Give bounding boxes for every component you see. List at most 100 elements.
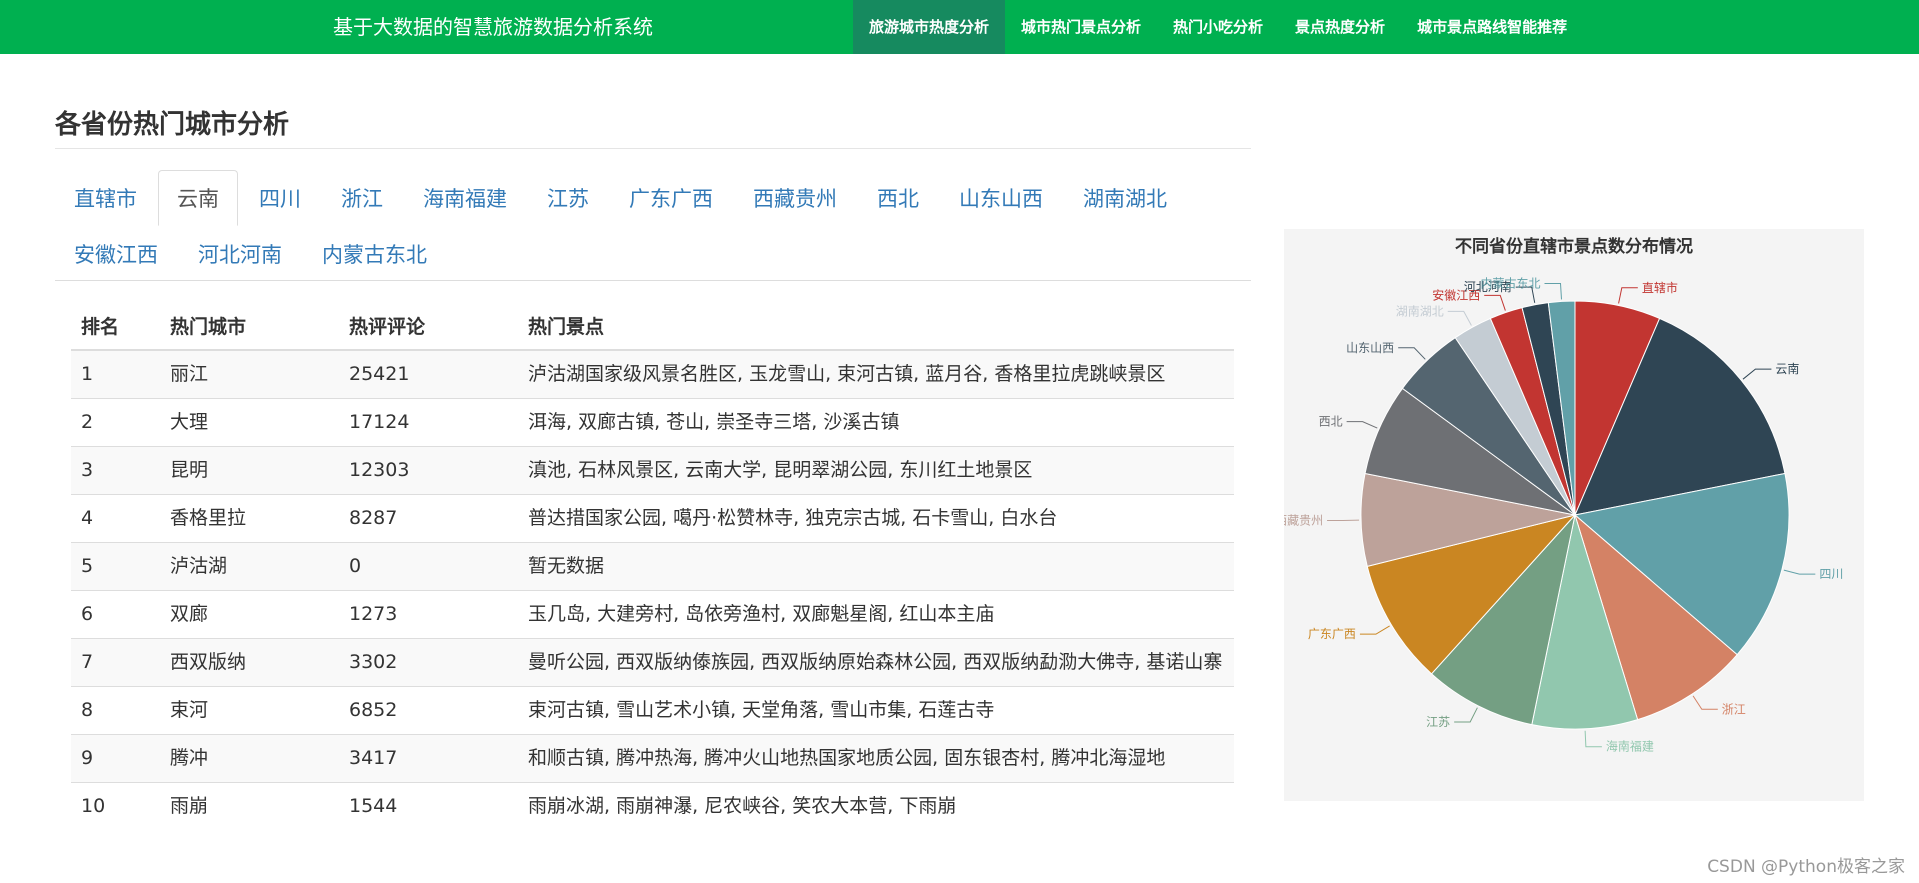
table-row: 9 腾冲 3417 和顺古镇, 腾冲热海, 腾冲火山地热国家地质公园, 固东银杏村, … [71,734,1234,783]
nav-item-2[interactable]: 热门小吃分析 [1157,0,1279,54]
pie-label-line [1454,707,1478,723]
tab-0[interactable]: 直辖市 [55,170,156,226]
pie-label: 西藏贵州 [1284,513,1323,527]
city-cell: 束河 [160,686,339,735]
pie-chart: 不同省份直辖市景点数分布情况直辖市云南四川浙江海南福建 江苏 广东广西 西藏贵州 西北 山… [1284,236,1843,754]
city-cell: 双廊 [160,590,339,639]
pie-label: 四川 [1819,567,1843,581]
attractions-cell: 普达措国家公园, 噶丹·松赞林寺, 独克宗古城, 石卡雪山, 白水台 [518,494,1234,543]
city-cell: 昆明 [160,446,339,495]
tab-5[interactable]: 江苏 [528,170,608,226]
pie-label: 云南 [1775,361,1799,376]
comments-cell: 25421 [339,349,518,399]
attractions-cell: 暂无数据 [518,542,1234,591]
app-title: 基于大数据的智慧旅游数据分析系统 [333,15,653,39]
rank-cell: 9 [71,734,160,783]
pie-label: 浙江 [1722,702,1746,716]
table-row: 8 束河 6852 束河古镇, 雪山艺术小镇, 天堂角落, 雪山市集, 石莲古寺 [71,686,1234,735]
nav-item-1[interactable]: 城市热门景点分析 [1005,0,1157,54]
header-rank: 排名 [71,302,160,351]
pie-label-line [1484,294,1506,311]
hot-city-table: 排名 热门城市 热评评论 热门景点 1 丽江 25421 泸沽湖国家级风景名胜区, 玉… [71,302,1234,830]
attractions-cell: 滇池, 石林风景区, 云南大学, 昆明翠湖公园, 东川红土地景区 [518,446,1234,495]
watermark: CSDN @Python极客之家 [1707,857,1905,877]
rank-cell: 8 [71,686,160,735]
table-row: 2 大理 17124 洱海, 双廊古镇, 苍山, 崇圣寺三塔, 沙溪古镇 [71,398,1234,447]
pie-label-line [1346,421,1378,429]
comments-cell: 1273 [339,590,518,639]
pie-label: 湖南湖北 [1396,303,1444,318]
table-row: 7 西双版纳 3302 曼听公园, 西双版纳傣族园, 西双版纳原始森林公园, 西双版纳… [71,638,1234,687]
city-cell: 雨崩 [160,782,339,830]
nav-item-0[interactable]: 旅游城市热度分析 [853,0,1006,54]
page-title: 各省份热门城市分析 [55,110,290,140]
nav-item-4[interactable]: 城市景点路线智能推荐 [1401,0,1583,54]
attractions-cell: 和顺古镇, 腾冲热海, 腾冲火山地热国家地质公园, 固东银杏村, 腾冲北海湿地 [518,734,1234,783]
comments-cell: 17124 [339,398,518,447]
pie-chart-panel: 不同省份直辖市景点数分布情况直辖市云南四川浙江海南福建 江苏 广东广西 西藏贵州 西北 山… [1284,229,1864,801]
tab-4[interactable]: 海南福建 [404,170,526,226]
pie-label-line [1447,310,1472,326]
comments-cell: 0 [339,542,518,591]
table-row: 10 雨崩 1544 雨崩冰湖, 雨崩神瀑, 尼农峡谷, 笑农大本营, 下雨崩 [71,782,1234,830]
tab-2[interactable]: 四川 [240,170,320,226]
table-row: 6 双廊 1273 玉几岛, 大建旁村, 岛依旁渔村, 双廊魁星阁, 红山本主庙 [71,590,1234,639]
tab-3[interactable]: 浙江 [322,170,402,226]
rank-cell: 4 [71,494,160,543]
rank-cell: 5 [71,542,160,591]
tabs-divider [55,280,1251,281]
city-cell: 腾冲 [160,734,339,783]
chart-title: 不同省份直辖市景点数分布情况 [1455,236,1693,257]
header-attractions: 热门景点 [518,302,1234,351]
hot-city-table-container: 排名 热门城市 热评评论 热门景点 1 丽江 25421 泸沽湖国家级风景名胜区, 玉… [71,302,1234,830]
city-cell: 西双版纳 [160,638,339,687]
rank-cell: 6 [71,590,160,639]
tab-8[interactable]: 西北 [858,170,938,226]
pie-label: 海南福建 [1606,739,1654,754]
title-divider [55,148,1251,149]
pie-label: 广东广西 [1308,627,1356,641]
pie-label-line [1742,368,1772,380]
attractions-cell: 雨崩冰湖, 雨崩神瀑, 尼农峡谷, 笑农大本营, 下雨崩 [518,782,1234,830]
pie-label-line [1783,569,1816,575]
table-row: 4 香格里拉 8287 普达措国家公园, 噶丹·松赞林寺, 独克宗古城, 石卡雪山, … [71,494,1234,543]
header-comments: 热评评论 [339,302,518,351]
city-cell: 香格里拉 [160,494,339,543]
tab-1[interactable]: 云南 [158,170,238,226]
pie-label-line [1618,287,1638,304]
pie-label: 内蒙古东北 [1480,275,1540,290]
pie-label-line [1544,282,1563,300]
attractions-cell: 束河古镇, 雪山艺术小镇, 天堂角落, 雪山市集, 石莲古寺 [518,686,1234,735]
comments-cell: 6852 [339,686,518,735]
city-cell: 泸沽湖 [160,542,339,591]
pie-label: 西北 [1319,415,1343,429]
pie-label-line [1359,625,1390,635]
tab-7[interactable]: 西藏贵州 [734,170,856,226]
nav-menu: 旅游城市热度分析 城市热门景点分析 热门小吃分析 景点热度分析 城市景点路线智能推荐 [853,0,1583,54]
table-row: 1 丽江 25421 泸沽湖国家级风景名胜区, 玉龙雪山, 束河古镇, 蓝月谷, 香格… [71,349,1234,399]
tab-9[interactable]: 山东山西 [940,170,1062,226]
tab-12[interactable]: 河北河南 [179,226,301,282]
city-cell: 丽江 [160,349,339,399]
rank-cell: 7 [71,638,160,687]
comments-cell: 8287 [339,494,518,543]
pie-label-line [1398,347,1426,360]
tab-11[interactable]: 安徽江西 [55,226,177,282]
pie-label-line [1584,730,1602,748]
table-row: 5 泸沽湖 0 暂无数据 [71,542,1234,591]
comments-cell: 3417 [339,734,518,783]
nav-item-3[interactable]: 景点热度分析 [1279,0,1401,54]
attractions-cell: 洱海, 双廊古镇, 苍山, 崇圣寺三塔, 沙溪古镇 [518,398,1234,447]
pie-label: 山东山西 [1346,341,1394,355]
comments-cell: 3302 [339,638,518,687]
comments-cell: 12303 [339,446,518,495]
tab-10[interactable]: 湖南湖北 [1064,170,1186,226]
rank-cell: 3 [71,446,160,495]
table-header-row: 排名 热门城市 热评评论 热门景点 [71,302,1234,351]
rank-cell: 2 [71,398,160,447]
tab-6[interactable]: 广东广西 [610,170,732,226]
top-navbar: 基于大数据的智慧旅游数据分析系统 旅游城市热度分析 城市热门景点分析 热门小吃分析景… [0,0,1919,54]
tab-13[interactable]: 内蒙古东北 [303,226,446,282]
table-row: 3 昆明 12303 滇池, 石林风景区, 云南大学, 昆明翠湖公园, 东川红土地景区 [71,446,1234,495]
pie-label: 直辖市 [1642,280,1678,295]
